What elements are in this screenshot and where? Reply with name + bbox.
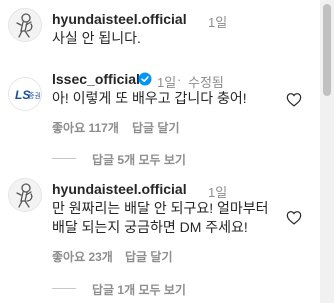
reply-button[interactable]: 답글 달기 (132, 119, 180, 136)
comment-text-line-2: 배달 되는지 궁금하면 DM 주세요! (52, 219, 248, 235)
comment-separator: · (177, 72, 182, 87)
view-replies-button[interactable]: 답글 1개 모두 보기 (92, 281, 186, 298)
comment-time: 1일 (208, 15, 228, 30)
comment-text: 사실 안 됩니다. (52, 30, 141, 46)
avatar-lssec[interactable]: LS 증권 (8, 77, 42, 111)
scrollbar-thumb[interactable] (323, 4, 331, 96)
verified-badge-icon (138, 72, 152, 86)
comment-text: 아! 이렇게 또 배우고 갑니다 충어! (52, 90, 247, 106)
monkey-avatar-icon (16, 13, 33, 38)
monkey-avatar-icon (16, 183, 33, 208)
ls-logo-sub: 증권 (28, 93, 41, 100)
comment-username[interactable]: hyundaisteel.official (52, 11, 187, 27)
heart-icon[interactable] (286, 92, 302, 107)
avatar-hyundaisteel[interactable] (8, 8, 42, 42)
comment-username[interactable]: lssec_official (52, 71, 140, 87)
avatar-hyundaisteel[interactable] (8, 178, 42, 212)
view-replies-button[interactable]: 답글 5개 모두 보기 (92, 151, 186, 168)
heart-icon[interactable] (286, 210, 302, 225)
replies-divider (52, 288, 76, 289)
comment-text-line-1: 만 원짜리는 배달 안 되구요! 얼마부터 (52, 200, 269, 216)
reply-button[interactable]: 답글 달기 (125, 248, 173, 265)
likes-count[interactable]: 좋아요 23개 (52, 248, 113, 265)
likes-count[interactable]: 좋아요 117개 (52, 119, 119, 136)
replies-divider (52, 158, 76, 159)
comment-username[interactable]: hyundaisteel.official (52, 181, 187, 197)
